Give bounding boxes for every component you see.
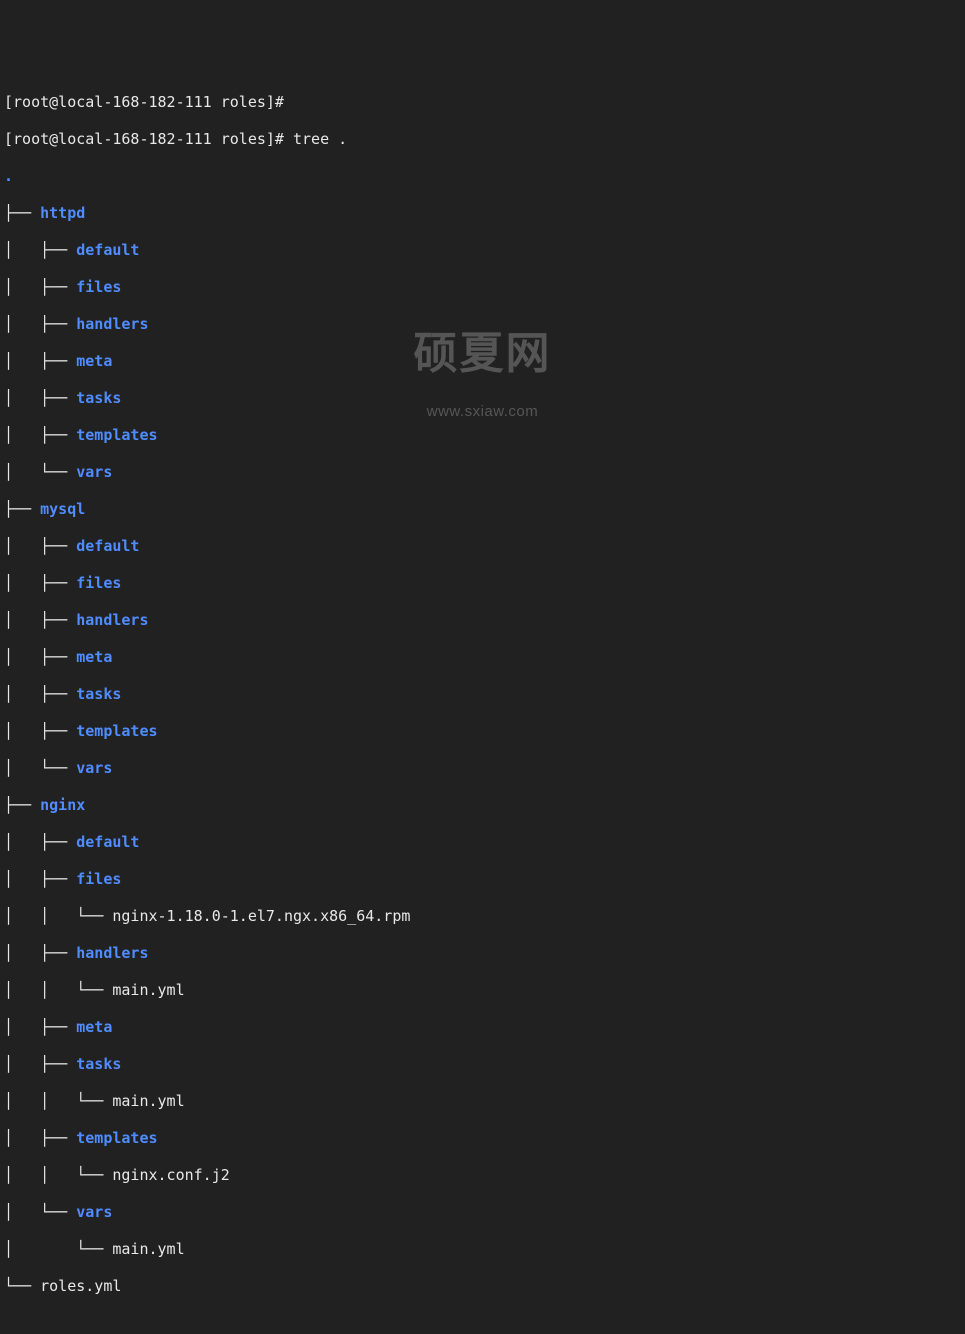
terminal-output: [root@local-168-182-111 roles]# [root@lo… (0, 74, 965, 1314)
tree-row: ├── httpd (4, 204, 961, 223)
tree-root: . (4, 167, 961, 186)
dir-entry: tasks (76, 1055, 121, 1073)
tree-row: │ ├── templates (4, 1129, 961, 1148)
dir-entry: templates (76, 722, 157, 740)
dir-entry: handlers (76, 315, 148, 333)
tree-row: │ ├── templates (4, 426, 961, 445)
file-entry: roles.yml (40, 1277, 121, 1295)
dir-entry: default (76, 537, 139, 555)
dir-entry: default (76, 241, 139, 259)
tree-row: │ └── vars (4, 759, 961, 778)
tree-row: │ ├── handlers (4, 315, 961, 334)
dir-nginx: nginx (40, 796, 85, 814)
file-entry: nginx.conf.j2 (112, 1166, 229, 1184)
tree-row: ├── mysql (4, 500, 961, 519)
file-entry: nginx-1.18.0-1.el7.ngx.x86_64.rpm (112, 907, 410, 925)
prompt-line-prev: [root@local-168-182-111 roles]# (4, 93, 961, 112)
dir-httpd: httpd (40, 204, 85, 222)
dir-entry: vars (76, 759, 112, 777)
shell-prompt: [root@local-168-182-111 roles]# (4, 130, 284, 148)
tree-row: │ ├── tasks (4, 685, 961, 704)
tree-row: │ ├── handlers (4, 944, 961, 963)
tree-row: │ ├── meta (4, 648, 961, 667)
dir-entry: vars (76, 1203, 112, 1221)
file-entry: main.yml (112, 981, 184, 999)
dir-entry: vars (76, 463, 112, 481)
tree-row: │ │ └── main.yml (4, 981, 961, 1000)
tree-row: │ ├── meta (4, 1018, 961, 1037)
tree-row: │ ├── default (4, 833, 961, 852)
dir-entry: tasks (76, 685, 121, 703)
tree-row: │ ├── files (4, 574, 961, 593)
dir-entry: handlers (76, 944, 148, 962)
tree-row: │ └── vars (4, 1203, 961, 1222)
tree-row: ├── nginx (4, 796, 961, 815)
dir-entry: files (76, 574, 121, 592)
dir-entry: templates (76, 1129, 157, 1147)
tree-row: │ │ └── nginx.conf.j2 (4, 1166, 961, 1185)
tree-row: │ ├── tasks (4, 1055, 961, 1074)
dir-entry: meta (76, 1018, 112, 1036)
tree-row: │ │ └── main.yml (4, 1092, 961, 1111)
prompt-line[interactable]: [root@local-168-182-111 roles]# tree . (4, 130, 961, 149)
dir-entry: files (76, 870, 121, 888)
tree-row: │ └── main.yml (4, 1240, 961, 1259)
tree-row: │ ├── templates (4, 722, 961, 741)
tree-row: └── roles.yml (4, 1277, 961, 1296)
dir-entry: tasks (76, 389, 121, 407)
dir-entry: default (76, 833, 139, 851)
dir-entry: meta (76, 352, 112, 370)
shell-command: tree . (293, 130, 347, 148)
tree-row: │ ├── meta (4, 352, 961, 371)
tree-row: │ ├── files (4, 870, 961, 889)
tree-row: │ ├── handlers (4, 611, 961, 630)
shell-prompt: [root@local-168-182-111 roles]# (4, 93, 284, 111)
tree-row: │ │ └── nginx-1.18.0-1.el7.ngx.x86_64.rp… (4, 907, 961, 926)
file-entry: main.yml (112, 1240, 184, 1258)
dir-entry: meta (76, 648, 112, 666)
file-entry: main.yml (112, 1092, 184, 1110)
dir-entry: templates (76, 426, 157, 444)
dir-entry: files (76, 278, 121, 296)
tree-row: │ ├── tasks (4, 389, 961, 408)
dir-entry: handlers (76, 611, 148, 629)
tree-row: │ ├── default (4, 537, 961, 556)
tree-row: │ ├── files (4, 278, 961, 297)
tree-row: │ └── vars (4, 463, 961, 482)
tree-row: │ ├── default (4, 241, 961, 260)
dir-mysql: mysql (40, 500, 85, 518)
